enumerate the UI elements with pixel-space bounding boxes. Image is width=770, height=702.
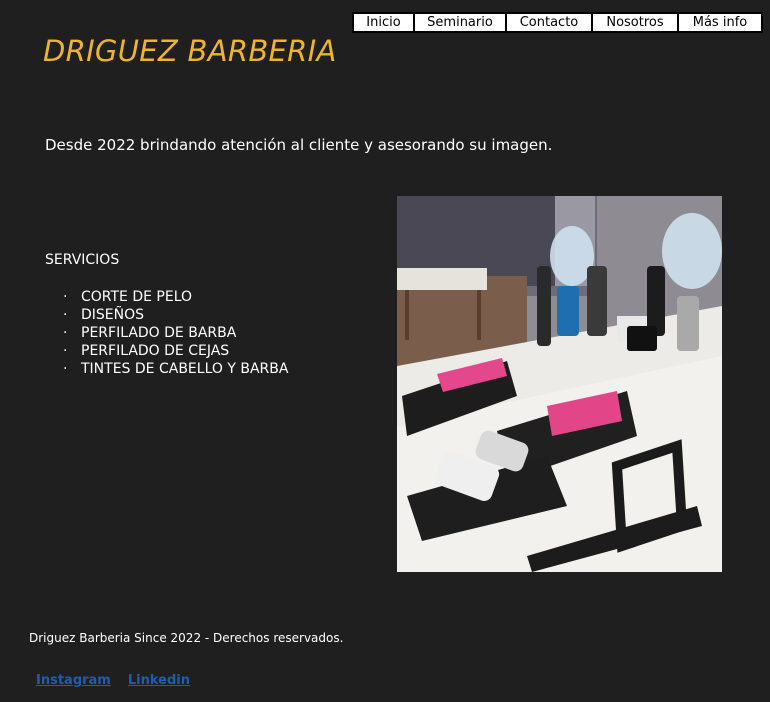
service-label: PERFILADO DE CEJAS	[81, 343, 230, 359]
service-item: · PERFILADO DE CEJAS	[63, 342, 288, 360]
service-item: · DISEÑOS	[63, 306, 288, 324]
footer-text: Driguez Barberia Since 2022 - Derechos r…	[29, 631, 344, 645]
service-item: · PERFILADO DE BARBA	[63, 324, 288, 342]
service-label: PERFILADO DE BARBA	[81, 325, 237, 341]
bullet-icon: ·	[63, 289, 68, 305]
brand-title: DRIGUEZ BARBERIA	[43, 34, 337, 68]
tagline: Desde 2022 brindando atención al cliente…	[45, 136, 553, 154]
service-item: · TINTES DE CABELLO Y BARBA	[63, 360, 288, 378]
social-links: Instagram Linkedin	[36, 673, 190, 688]
nav-inicio[interactable]: Inicio	[352, 12, 415, 33]
nav-seminario[interactable]: Seminario	[413, 12, 507, 33]
nav-nosotros[interactable]: Nosotros	[591, 12, 679, 33]
bullet-icon: ·	[63, 343, 68, 359]
nav-mas-info[interactable]: Más info	[677, 12, 763, 33]
barber-tools-photo	[397, 196, 722, 572]
service-label: DISEÑOS	[81, 307, 145, 323]
service-item: · CORTE DE PELO	[63, 288, 288, 306]
nav-contacto[interactable]: Contacto	[505, 12, 593, 33]
services-title: SERVICIOS	[45, 252, 120, 268]
instagram-link[interactable]: Instagram	[36, 673, 111, 688]
linkedin-link[interactable]: Linkedin	[128, 673, 190, 688]
service-label: CORTE DE PELO	[81, 289, 193, 305]
barber-tools-illustration	[397, 196, 722, 572]
top-nav: Inicio Seminario Contacto Nosotros Más i…	[352, 12, 763, 33]
bullet-icon: ·	[63, 325, 68, 341]
services-list: · CORTE DE PELO · DISEÑOS · PERFILADO DE BA…	[63, 288, 288, 378]
bullet-icon: ·	[63, 307, 68, 323]
bullet-icon: ·	[63, 361, 68, 377]
service-label: TINTES DE CABELLO Y BARBA	[81, 361, 289, 377]
